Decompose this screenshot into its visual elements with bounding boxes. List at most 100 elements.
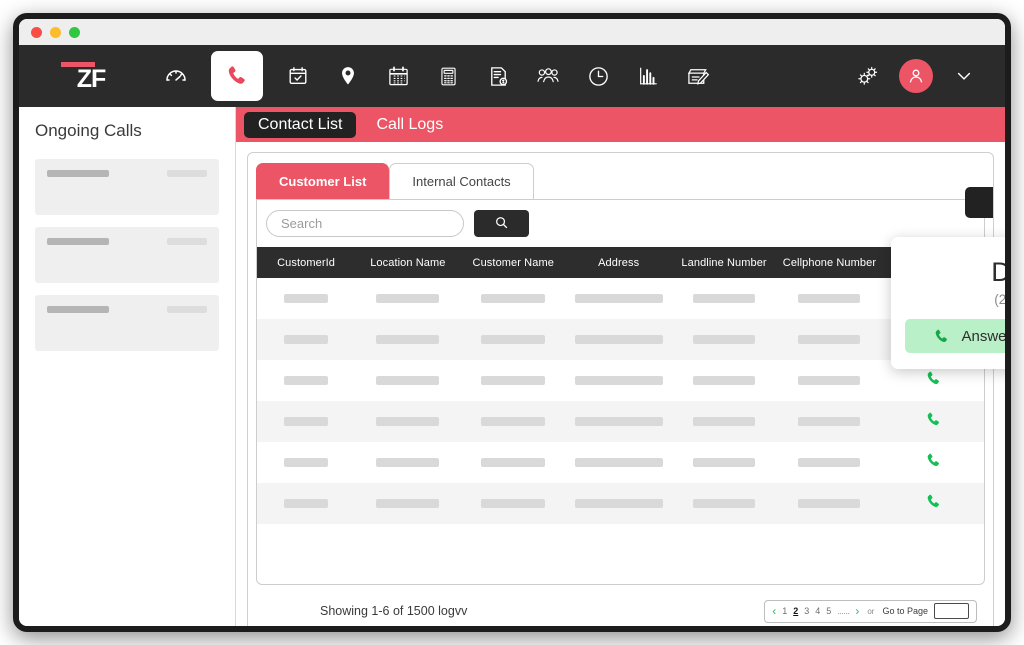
skeleton-bar [481,499,545,508]
ongoing-call-card[interactable] [35,159,219,215]
user-avatar[interactable] [899,59,933,93]
skeleton-bar [693,376,755,385]
skeleton-bar [575,376,663,385]
showing-range-text: Showing 1-6 of 1500 logvv [320,604,467,618]
table-row[interactable] [257,278,984,319]
incoming-call-title: Incoming call [905,244,1011,256]
skeleton-bar [284,499,328,508]
table-row[interactable] [257,401,984,442]
app-window: ZF [13,13,1011,632]
table-cell [355,319,460,360]
phone-icon[interactable] [925,370,942,387]
skeleton-bar [481,376,545,385]
tab-customer-list[interactable]: Customer List [256,163,389,199]
table-cell [461,483,566,524]
skeleton-bar [693,499,755,508]
clock-icon[interactable] [583,61,613,91]
search-button[interactable] [474,210,529,237]
main-content: Contact List Call Logs Customer List Int… [236,107,1005,632]
search-bar [257,200,984,247]
table-cell [257,278,355,319]
make-call-cell[interactable] [882,483,984,524]
skeleton-bar [481,335,545,344]
skeleton-bar [47,170,109,177]
table-cell [461,319,566,360]
pagination-ellipsis: ...... [837,606,849,616]
table-cell [257,442,355,483]
tab-contact-list[interactable]: Contact List [244,112,356,138]
table-cell [257,483,355,524]
calculator-icon[interactable] [433,61,463,91]
phone-icon[interactable] [925,411,942,428]
col-location-name: Location Name [355,247,460,278]
skeleton-bar [481,417,545,426]
col-customer-name: Customer Name [461,247,566,278]
close-window-button[interactable] [31,27,42,38]
skeleton-bar [376,294,439,303]
pagination-page-3[interactable]: 3 [804,606,809,616]
search-input[interactable] [266,210,464,237]
table-cell [566,319,671,360]
skeleton-bar [376,458,439,467]
pagination-prev-button[interactable]: ‹ [772,605,776,617]
tab-call-logs[interactable]: Call Logs [362,112,457,138]
table-cell [777,360,882,401]
settings-gears-icon[interactable] [853,61,883,91]
table-row[interactable] [257,319,984,360]
table-row[interactable] [257,483,984,524]
table-cell [355,401,460,442]
pagination-page-1[interactable]: 1 [782,606,787,616]
phone-icon[interactable] [925,452,942,469]
make-call-cell[interactable] [882,401,984,442]
maximize-window-button[interactable] [69,27,80,38]
bar-chart-icon[interactable] [633,61,663,91]
pagination-page-5[interactable]: 5 [826,606,831,616]
goto-page-input[interactable] [934,603,969,619]
make-call-cell[interactable] [882,442,984,483]
ongoing-calls-sidebar: Ongoing Calls [19,107,236,632]
people-group-icon[interactable] [533,61,563,91]
table-cell [671,360,776,401]
skeleton-bar [167,238,207,245]
table-row[interactable] [257,360,984,401]
answer-call-button[interactable]: Answer [905,319,1011,353]
logo-text: ZF [77,68,106,90]
table-cell [777,278,882,319]
search-icon [494,215,509,233]
col-customerid: CustomerId [257,247,355,278]
table-cell [461,401,566,442]
speedometer-icon[interactable] [161,61,191,91]
calendar-check-icon[interactable] [283,61,313,91]
skeleton-bar [693,294,755,303]
chevron-down-icon[interactable] [949,61,979,91]
skeleton-bar [693,335,755,344]
skeleton-bar [798,294,860,303]
table-cell [777,442,882,483]
tab-internal-contacts[interactable]: Internal Contacts [389,163,533,199]
signature-icon[interactable] [683,61,713,91]
ongoing-call-card[interactable] [35,295,219,351]
phone-icon[interactable] [925,493,942,510]
skeleton-bar [376,417,439,426]
table-cell [671,278,776,319]
pagination-page-2[interactable]: 2 [793,606,798,616]
skeleton-bar [575,458,663,467]
invoice-icon[interactable] [483,61,513,91]
calendar-icon[interactable] [383,61,413,91]
table-row[interactable] [257,442,984,483]
table-footer: Showing 1-6 of 1500 logvv ‹ 1 2 3 4 5 ..… [248,585,993,632]
app-body: Ongoing Calls [19,107,1005,632]
location-pin-icon[interactable] [333,61,363,91]
minimize-window-button[interactable] [50,27,61,38]
pagination-next-button[interactable]: › [855,605,859,617]
pagination-page-4[interactable]: 4 [815,606,820,616]
contact-list-panel: Customer List Internal Contacts [247,152,994,632]
ongoing-call-card[interactable] [35,227,219,283]
table-cell [777,483,882,524]
skeleton-bar [376,376,439,385]
table-cell [566,442,671,483]
goto-page-label: Go to Page [882,606,928,616]
skeleton-bar [481,458,545,467]
call-action-buttons: Answer Reject [905,319,1011,353]
phone-icon[interactable] [211,51,263,101]
